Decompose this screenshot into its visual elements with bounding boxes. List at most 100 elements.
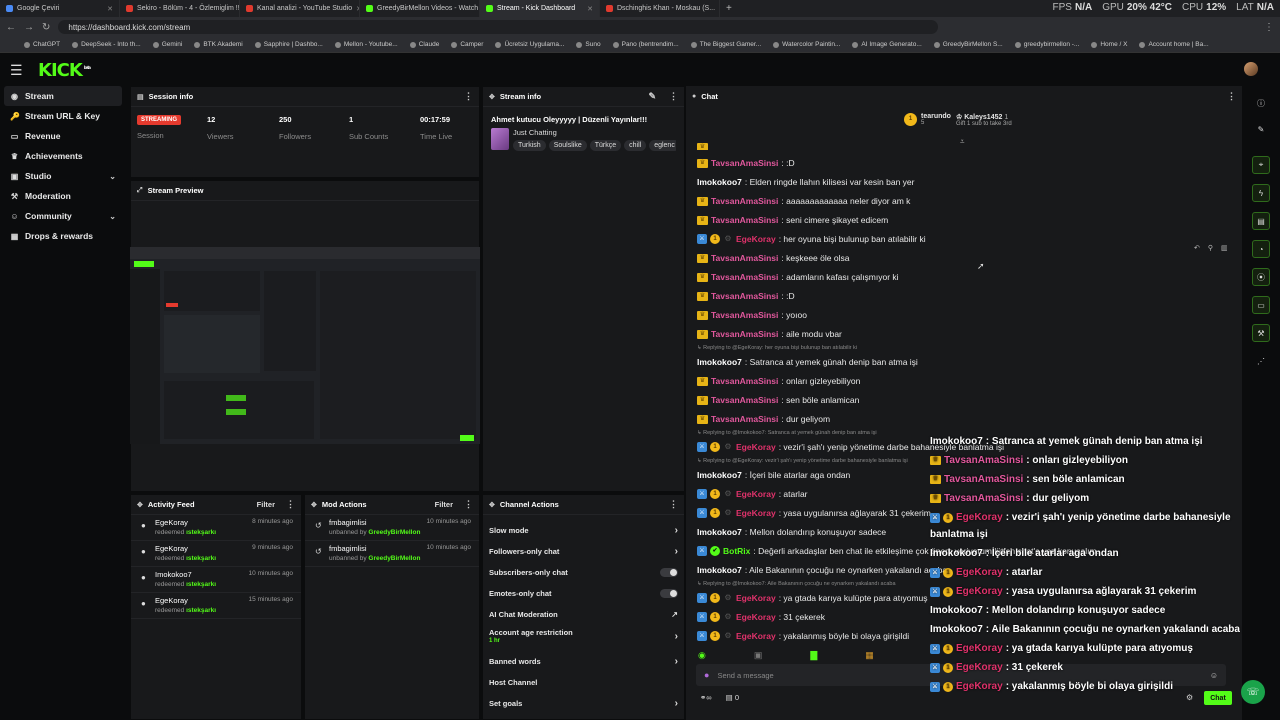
bookmark-item[interactable]: Watercolor Paintin... <box>773 41 840 48</box>
chat-username[interactable]: TavsanAmaSinsi <box>711 158 778 168</box>
bookmark-item[interactable]: BTK Akademi <box>194 41 243 48</box>
chat-message[interactable]: ♛ TavsanAmaSinsi: adamların kafası çalışm… <box>697 272 899 282</box>
chat-message[interactable]: Imokokoo7: Satranca at yemek günah denip… <box>697 357 918 367</box>
chat-message[interactable]: ♛ TavsanAmaSinsi: yoıoo <box>697 310 807 320</box>
sidebar-item-stream-url-key[interactable]: 🔑 Stream URL & Key <box>0 106 126 126</box>
reload-icon[interactable]: ↻ <box>42 22 50 33</box>
filter-button[interactable]: Filter <box>257 500 275 509</box>
chat-username[interactable]: TavsanAmaSinsi <box>711 395 778 405</box>
bookmark-item[interactable]: Pano (bentrendim... <box>612 41 679 48</box>
chat-message[interactable]: ⚔ 1 ⚙ EgeKoray: yakalanmış böyle bi olaya g… <box>697 631 909 641</box>
sidebar-item-studio[interactable]: ▣ Studio ⌄ <box>0 166 126 186</box>
chat-message[interactable]: ♛ TavsanAmaSinsi: dur geliyom <box>697 414 830 424</box>
more-icon[interactable]: ⋮ <box>464 499 473 510</box>
tag-chip[interactable]: Turkish <box>513 140 546 151</box>
chat-message[interactable]: ⚔ 1 ⚙ EgeKoray: atarlar <box>697 489 808 499</box>
chat-username[interactable]: EgeKoray <box>736 612 776 622</box>
chat-username[interactable]: EgeKoray <box>736 489 776 499</box>
forward-icon[interactable]: → <box>24 22 34 33</box>
activity-user[interactable]: EgeKoray <box>155 596 188 605</box>
chevron-down-icon[interactable]: ⌄ <box>109 172 116 181</box>
more-icon[interactable]: ⋮ <box>286 499 295 510</box>
more-icon[interactable]: ⋮ <box>464 91 473 102</box>
bookmark-item[interactable]: greedybirmellon -... <box>1014 41 1079 48</box>
tag-chip[interactable]: Türkçe <box>589 140 622 151</box>
browser-tab[interactable]: Google Çeviri ✕ <box>0 0 120 17</box>
chat-username[interactable]: TavsanAmaSinsi <box>711 310 778 320</box>
activity-user[interactable]: EgeKoray <box>155 518 188 527</box>
chat-username[interactable]: Imokokoo7 <box>697 357 742 367</box>
close-icon[interactable]: ✕ <box>587 5 593 13</box>
extensions-icon[interactable]: ⋮ <box>1264 22 1274 33</box>
bookmark-item[interactable]: Camper <box>451 41 483 48</box>
chat-username[interactable]: EgeKoray <box>736 593 776 603</box>
chat-message[interactable]: Imokokoo7: Aile Bakanının çocuğu ne oyna… <box>697 565 947 575</box>
chat-username[interactable]: BotRix <box>723 546 750 556</box>
chat-username[interactable]: TavsanAmaSinsi <box>711 376 778 386</box>
host-channel-item[interactable]: Host Channel <box>483 672 684 693</box>
chat-message[interactable]: ♛ TavsanAmaSinsi: onları gizleyebiliyon <box>697 376 860 386</box>
bookmark-item[interactable]: Sapphire | Dashbo... <box>254 41 323 48</box>
bookmark-item[interactable]: Ücretsiz Uygulama... <box>495 41 564 48</box>
chat-username[interactable]: TavsanAmaSinsi <box>711 196 778 206</box>
chat-message[interactable]: ♛ TavsanAmaSinsi: :D <box>697 291 795 301</box>
activity-user[interactable]: EgeKoray <box>155 544 188 553</box>
chat-username[interactable]: TavsanAmaSinsi <box>711 329 778 339</box>
chat-message[interactable]: ⚔ 1 ⚙ EgeKoray: yasa uygulanırsa ağlayarak … <box>697 508 931 518</box>
scan-icon[interactable]: ⌖ <box>1252 156 1270 174</box>
nodes-icon[interactable]: ⋰ <box>1252 352 1270 370</box>
wrench-icon[interactable]: ⚒ <box>1252 324 1270 342</box>
banned-words-item[interactable]: Banned words › <box>483 651 684 672</box>
chat-username[interactable]: Imokokoo7 <box>697 527 742 537</box>
chat-username[interactable]: TavsanAmaSinsi <box>711 291 778 301</box>
bookmark-item[interactable]: Mellon - Youtube... <box>334 41 398 48</box>
chat-message[interactable]: ♛ TavsanAmaSinsi: sen böle anlamican <box>697 395 859 405</box>
bookmark-item[interactable]: Account home | Ba... <box>1139 41 1209 48</box>
tag-chip[interactable]: eglenc <box>649 140 676 151</box>
back-icon[interactable]: ← <box>6 22 16 33</box>
followers-only-item[interactable]: Followers-only chat › <box>483 541 684 562</box>
browser-tab[interactable]: Dschinghis Khan - Moskau (S...✕ <box>600 0 720 17</box>
emote-icon[interactable]: ◉ <box>698 650 706 661</box>
chat-username[interactable]: TavsanAmaSinsi <box>711 253 778 263</box>
layout-icon[interactable]: ▭ <box>1252 296 1270 314</box>
kick-logo[interactable]: KICK beta <box>38 60 91 81</box>
browser-tab[interactable]: Kanal analizi - YouTube Studio✕ <box>240 0 360 17</box>
bookmark-item[interactable]: Home / X <box>1091 41 1127 48</box>
url-field[interactable]: https://dashboard.kick.com/stream <box>58 20 939 34</box>
bookmark-item[interactable]: Gemini <box>152 41 182 48</box>
more-icon[interactable]: ⋮ <box>669 499 678 510</box>
delete-icon[interactable]: ▥ <box>1221 244 1228 252</box>
chat-message[interactable]: Imokokoo7: İçeri bile atarlar aga ondan <box>697 470 850 480</box>
chat-message[interactable]: Imokokoo7: Mellon dolandırıp konuşuyor s… <box>697 527 886 537</box>
tag-chip[interactable]: Soulslike <box>548 140 587 151</box>
sidebar-item-community[interactable]: ☺ Community ⌄ <box>0 206 126 226</box>
emote-icon[interactable]: ▣ <box>754 650 763 661</box>
slow-mode-item[interactable]: Slow mode › <box>483 520 684 541</box>
bookmark-item[interactable]: The Biggest Gamer... <box>690 41 761 48</box>
reply-icon[interactable]: ↶ <box>1194 244 1200 252</box>
emote-icon[interactable]: ▦ <box>865 650 874 661</box>
chat-message[interactable]: ♛ TavsanAmaSinsi: keşkeee öle olsa <box>697 253 849 263</box>
tag-chip[interactable]: chill <box>624 140 647 151</box>
chat-username[interactable]: TavsanAmaSinsi <box>711 215 778 225</box>
bookmark-item[interactable]: AI Image Generato... <box>852 41 922 48</box>
chat-username[interactable]: EgeKoray <box>736 508 776 518</box>
bookmark-item[interactable]: DeepSeek - Into th... <box>72 41 141 48</box>
top-gifter-1[interactable]: 1 tearundo 5 <box>904 113 951 126</box>
emote-icon[interactable]: ▇ <box>810 650 817 661</box>
chat-message[interactable]: ♛ TavsanAmaSinsi: :D <box>697 158 795 168</box>
chat-message[interactable]: ⚔ 1 ⚙ EgeKoray: 31 çekerek <box>697 612 825 622</box>
mod-target-user[interactable]: fmbagimlisi <box>329 544 367 553</box>
browser-tab[interactable]: GreedyBirMellon Videos - Watch ...✕ <box>360 0 480 17</box>
account-age-item[interactable]: Account age restriction 1 hr › <box>483 625 684 651</box>
chat-message[interactable]: Imokokoo7: Elden ringde llahın kilisesi … <box>697 177 915 187</box>
browser-tab[interactable]: Stream - Kick Dashboard ✕ <box>480 0 600 17</box>
chat-message[interactable]: ♛ TavsanAmaSinsi: seni cimere şikayet edi… <box>697 215 888 225</box>
avatar[interactable] <box>1244 62 1258 76</box>
pin-icon[interactable]: ⚲ <box>1208 244 1213 252</box>
bookmark-item[interactable]: Suno <box>576 41 601 48</box>
chat-send-button[interactable]: Chat <box>1204 691 1232 705</box>
chat-username[interactable]: Imokokoo7 <box>697 565 742 575</box>
edit-icon[interactable]: ✎ <box>648 91 656 102</box>
